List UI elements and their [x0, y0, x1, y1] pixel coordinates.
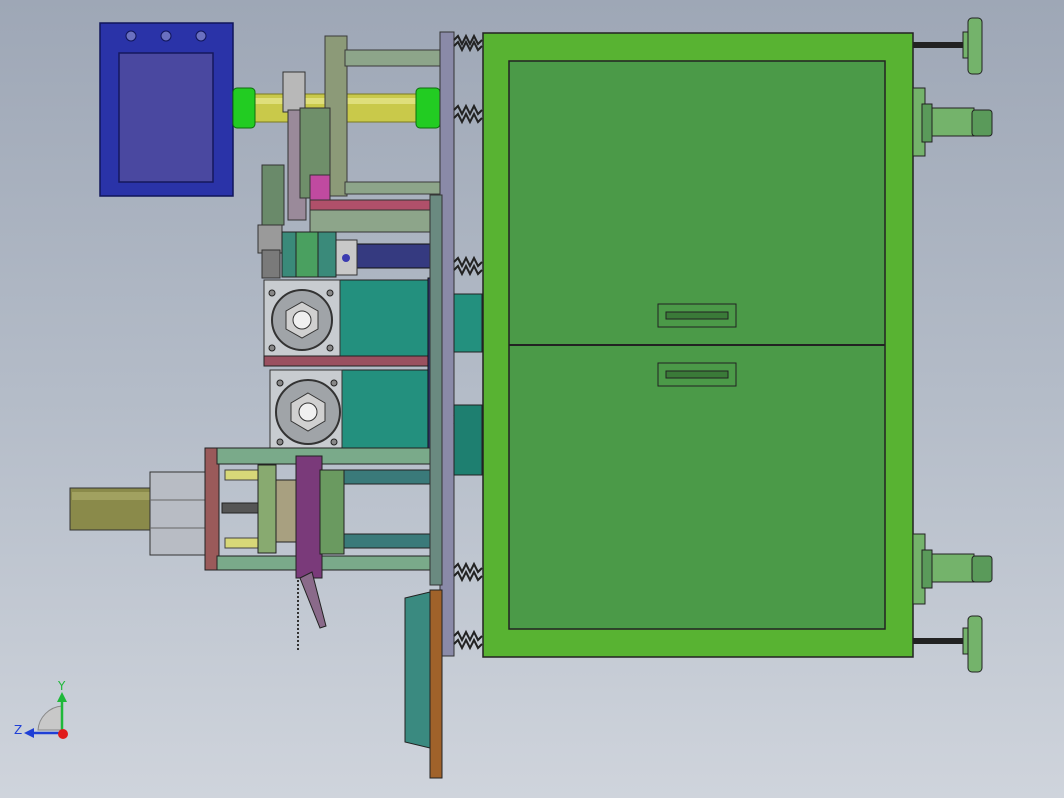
control-box[interactable] [99, 22, 234, 197]
y-axis-label: Y [57, 679, 66, 693]
assembly-model[interactable]: Y Z [0, 0, 1064, 798]
caster-top[interactable] [912, 87, 993, 157]
drawer-handle-upper[interactable] [657, 303, 737, 328]
coupling-block-lower [453, 404, 483, 476]
coupling-block-upper [453, 293, 483, 353]
motor-bracket [281, 231, 441, 278]
leveling-foot-bottom[interactable] [913, 615, 983, 673]
z-axis-label: Z [14, 723, 22, 737]
x-axis-dot [58, 729, 68, 739]
plate-standoff [429, 194, 443, 586]
motor-lower[interactable] [269, 369, 435, 457]
motor-upper[interactable] [263, 279, 435, 367]
lower-frame [204, 447, 439, 652]
cad-viewport[interactable]: Y Z [0, 0, 1064, 798]
discharge-chute[interactable] [404, 589, 443, 779]
drawer-handle-lower[interactable] [657, 362, 737, 387]
triad-plane-icon [37, 705, 63, 731]
leveling-foot-top[interactable] [913, 17, 983, 75]
cabinet[interactable] [482, 32, 914, 658]
caster-bottom[interactable] [912, 533, 993, 605]
servo-motor[interactable] [69, 471, 209, 556]
view-triad[interactable]: Y Z [14, 679, 68, 739]
